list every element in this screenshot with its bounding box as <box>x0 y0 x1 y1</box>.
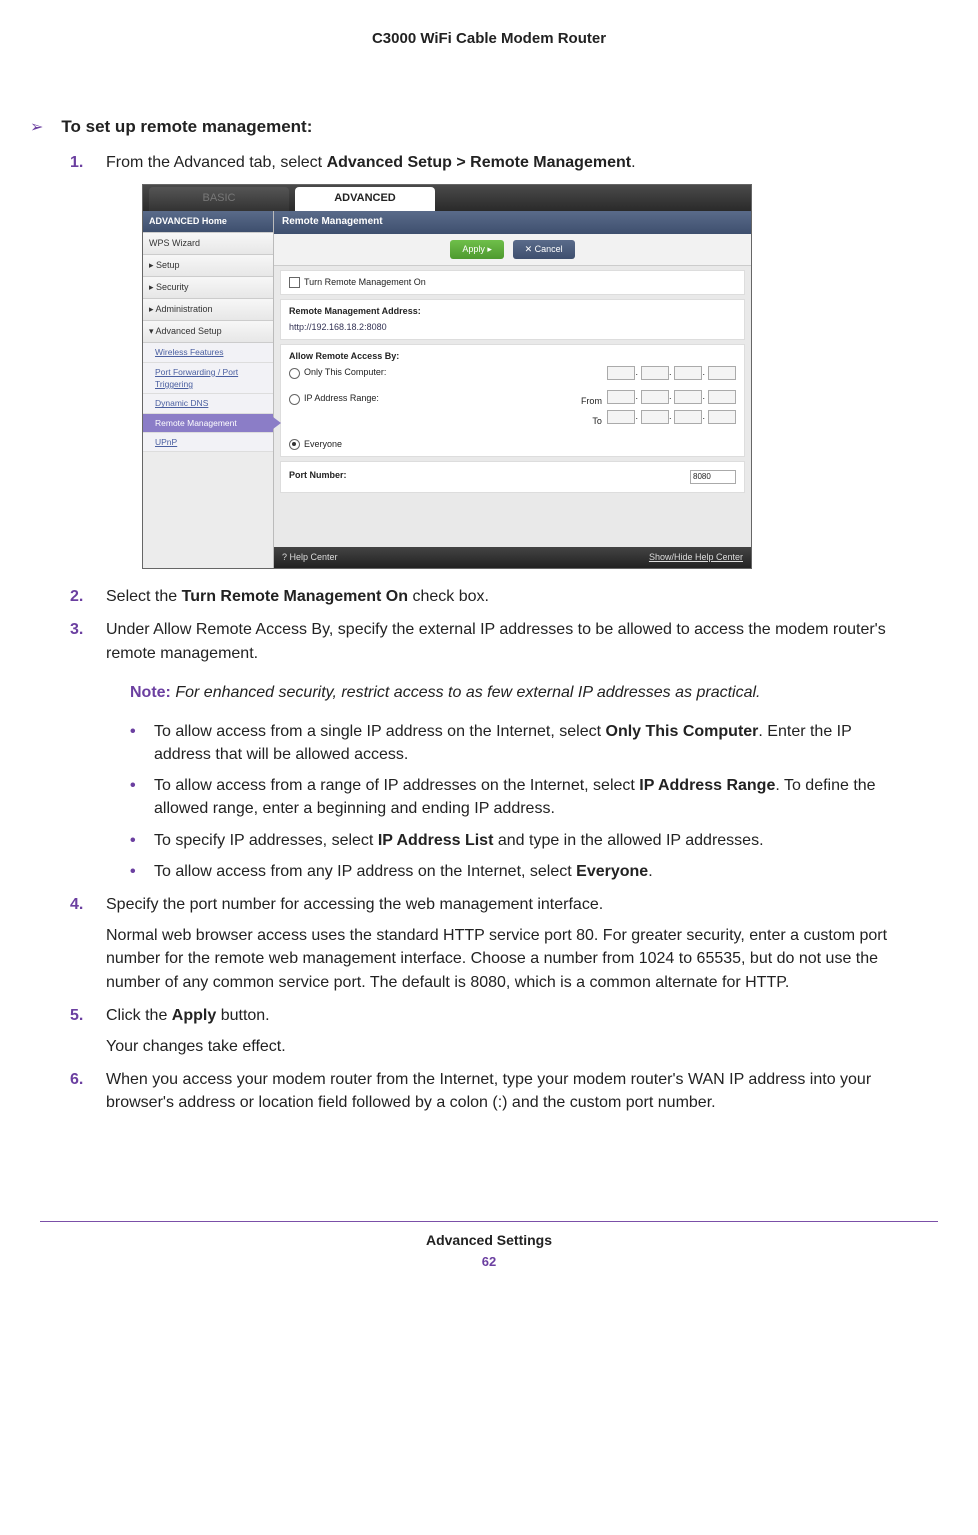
step-post: check box. <box>408 588 489 605</box>
from-label: From <box>581 396 602 406</box>
sidebar-item-setup[interactable]: ▸ Setup <box>143 255 273 277</box>
tab-basic[interactable]: BASIC <box>149 187 289 211</box>
port-number-input[interactable]: 8080 <box>690 470 736 484</box>
step-1: 1. From the Advanced tab, select Advance… <box>70 151 908 569</box>
note-body: For enhanced security, restrict access t… <box>175 684 760 701</box>
sidebar-sub-dynamic-dns[interactable]: Dynamic DNS <box>143 394 273 413</box>
bullet-pre: To specify IP addresses, select <box>154 832 378 849</box>
to-label: To <box>592 416 602 426</box>
apply-button[interactable]: Apply ▸ <box>450 240 504 259</box>
cancel-button[interactable]: ✕ Cancel <box>513 240 575 259</box>
show-hide-help-link[interactable]: Show/Hide Help Center <box>649 551 743 564</box>
footer-section: Advanced Settings <box>0 1222 978 1248</box>
note-label: Note: <box>130 684 171 701</box>
step-text: Specify the port number for accessing th… <box>106 896 603 913</box>
bullet-3: To specify IP addresses, select IP Addre… <box>130 829 908 852</box>
bullet-pre: To allow access from a range of IP addre… <box>154 777 639 794</box>
step-num: 6. <box>70 1068 83 1091</box>
sidebar-sub-upnp[interactable]: UPnP <box>143 433 273 452</box>
step-bold: Turn Remote Management On <box>182 588 408 605</box>
step-text: Select the <box>106 588 182 605</box>
step-num: 4. <box>70 893 83 916</box>
bullet-2: To allow access from a range of IP addre… <box>130 774 908 820</box>
ip-range-label: IP Address Range: <box>304 393 379 403</box>
step-text: When you access your modem router from t… <box>106 1071 871 1111</box>
ip-range-to-input[interactable]: ... <box>604 410 736 424</box>
remote-address-label: Remote Management Address: <box>289 305 736 318</box>
sidebar-sub-port-forwarding[interactable]: Port Forwarding / Port Triggering <box>143 363 273 395</box>
sidebar-sub-wireless[interactable]: Wireless Features <box>143 343 273 362</box>
everyone-radio[interactable] <box>289 439 300 450</box>
step-num: 3. <box>70 618 83 641</box>
step-num: 2. <box>70 585 83 608</box>
panel-title: Remote Management <box>274 211 751 234</box>
ip-range-from-input[interactable]: ... <box>604 390 736 404</box>
sidebar-item-security[interactable]: ▸ Security <box>143 277 273 299</box>
note-block: Note: For enhanced security, restrict ac… <box>130 681 908 704</box>
step-bold: Apply <box>172 1007 216 1024</box>
step-text: From the Advanced tab, select <box>106 154 327 171</box>
sidebar-item-administration[interactable]: ▸ Administration <box>143 299 273 321</box>
sidebar: ADVANCED Home WPS Wizard ▸ Setup ▸ Secur… <box>143 211 274 568</box>
only-this-ip-input[interactable]: ... <box>604 366 736 380</box>
tab-advanced[interactable]: ADVANCED <box>295 187 435 211</box>
turn-on-label: Turn Remote Management On <box>304 277 426 287</box>
step-num: 5. <box>70 1004 83 1027</box>
step-bold: Advanced Setup > Remote Management <box>327 154 632 171</box>
step-para: Normal web browser access uses the stand… <box>106 924 908 994</box>
remote-address-value: http://192.168.18.2:8080 <box>289 321 736 334</box>
sidebar-item-advanced-setup[interactable]: ▾ Advanced Setup <box>143 321 273 343</box>
bullet-bold: Everyone <box>576 863 648 880</box>
step-4: 4. Specify the port number for accessing… <box>70 893 908 994</box>
bullet-post: and type in the allowed IP addresses. <box>493 832 763 849</box>
step-post: . <box>631 154 635 171</box>
proc-title: To set up remote management: <box>61 117 312 137</box>
step-num: 1. <box>70 151 83 174</box>
step-text: Click the <box>106 1007 172 1024</box>
step-2: 2. Select the Turn Remote Management On … <box>70 585 908 608</box>
bullet-bold: IP Address List <box>378 832 494 849</box>
only-this-label: Only This Computer: <box>304 367 386 377</box>
allow-access-label: Allow Remote Access By: <box>289 350 736 363</box>
page-number: 62 <box>0 1248 978 1269</box>
step-3: 3. Under Allow Remote Access By, specify… <box>70 618 908 883</box>
port-number-label: Port Number: <box>289 469 347 482</box>
step-para: Your changes take effect. <box>106 1035 908 1058</box>
bullet-1: To allow access from a single IP address… <box>130 720 908 766</box>
proc-arrow-icon: ➢ <box>30 117 43 139</box>
ui-screenshot: BASIC ADVANCED ADVANCED Home WPS Wizard … <box>142 184 752 569</box>
everyone-label: Everyone <box>304 439 342 449</box>
bullet-pre: To allow access from a single IP address… <box>154 723 606 740</box>
help-center-link[interactable]: ? Help Center <box>282 551 338 564</box>
sidebar-sub-remote-management[interactable]: Remote Management <box>143 414 273 433</box>
step-6: 6. When you access your modem router fro… <box>70 1068 908 1114</box>
step-text: Under Allow Remote Access By, specify th… <box>106 621 886 661</box>
turn-on-checkbox[interactable] <box>289 277 300 288</box>
step-5: 5. Click the Apply button. Your changes … <box>70 1004 908 1058</box>
bullet-bold: Only This Computer <box>606 723 759 740</box>
bullet-pre: To allow access from any IP address on t… <box>154 863 576 880</box>
bullet-post: . <box>648 863 652 880</box>
doc-header: C3000 WiFi Cable Modem Router <box>70 20 908 117</box>
bullet-bold: IP Address Range <box>639 777 775 794</box>
sidebar-item-advanced-home[interactable]: ADVANCED Home <box>143 211 273 233</box>
ip-range-radio[interactable] <box>289 394 300 405</box>
sidebar-item-wps[interactable]: WPS Wizard <box>143 233 273 255</box>
only-this-radio[interactable] <box>289 368 300 379</box>
step-post: button. <box>216 1007 269 1024</box>
bullet-4: To allow access from any IP address on t… <box>130 860 908 883</box>
